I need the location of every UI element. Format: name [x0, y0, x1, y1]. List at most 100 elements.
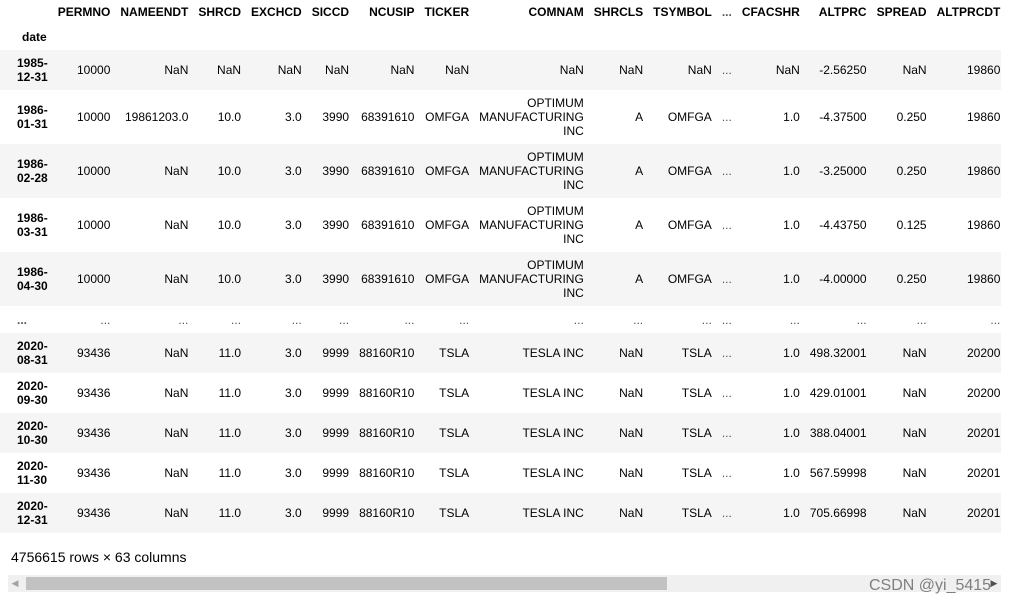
table-cell: 10000 [77, 272, 111, 286]
table-cell: OMFGA [667, 218, 712, 232]
table-cell: NaN [902, 386, 927, 400]
table-cell: 10.0 [217, 164, 242, 178]
table-row: 1986-02-28 10000 NaN 10.0 3.0 3990 68391610 OMF… [0, 144, 1001, 198]
column-header: SPREAD [876, 4, 927, 19]
table-cell: ... [990, 312, 1001, 327]
dataframe-output: PERMNO NAMEENDT SHRCD EXCHCD SICCD NCUSIP TICK… [0, 0, 1001, 540]
table-cell: 93436 [77, 386, 111, 400]
table-cell: ... [178, 312, 189, 327]
table-cell: 20201 [967, 426, 1001, 440]
table-cell: 3990 [322, 110, 350, 124]
horizontal-scrollbar[interactable]: ◀ ▶ [8, 575, 1001, 592]
table-cell: 10000 [77, 63, 111, 77]
table-cell: TSLA [439, 346, 470, 360]
scroll-left-arrow-icon[interactable]: ◀ [8, 575, 22, 592]
dataframe-shape-label: 4756615 rows × 63 columns [11, 549, 187, 565]
table-cell: ... [459, 312, 470, 327]
table-body: 1985-12-31 10000 NaN NaN NaN NaN NaN NaN NaN NaN N… [0, 50, 1001, 533]
table-cell: 3.0 [285, 386, 302, 400]
column-header: ... [721, 4, 732, 19]
table-cell: NaN [164, 63, 189, 77]
table-cell: 9999 [322, 426, 350, 440]
table-cell: NaN [902, 466, 927, 480]
table-cell: TESLA INC [522, 386, 584, 400]
table-cell: 10.0 [217, 110, 242, 124]
table-cell: NaN [445, 63, 470, 77]
row-index: 2020-11-30 [17, 459, 48, 487]
column-header: SHRCD [198, 4, 242, 19]
scrollbar-thumb[interactable] [26, 577, 667, 590]
table-cell: 429.01001 [809, 386, 867, 400]
table-cell: 0.250 [896, 272, 927, 286]
table-cell: 1.0 [783, 466, 800, 480]
table-cell: 1.0 [783, 506, 800, 520]
table-cell: NaN [619, 63, 644, 77]
table-cell: 3990 [322, 164, 350, 178]
table-cell: OPTIMUM MANUFACTURING INC [479, 258, 584, 300]
row-index: 2020-12-31 [17, 499, 48, 527]
table-cell: A [635, 272, 644, 286]
table-cell: NaN [164, 426, 189, 440]
table-row: 1985-12-31 10000 NaN NaN NaN NaN NaN NaN NaN NaN N… [0, 50, 1001, 90]
table-cell: ... [721, 312, 732, 327]
table-cell: NaN [902, 426, 927, 440]
table-cell: 3.0 [285, 272, 302, 286]
table-cell: -3.25000 [819, 164, 867, 178]
table-cell: 3.0 [285, 426, 302, 440]
table-cell: OPTIMUM MANUFACTURING INC [479, 150, 584, 192]
table-cell: 20201 [967, 466, 1001, 480]
table-cell: 19860 [967, 110, 1001, 124]
table-cell: 1.0 [783, 346, 800, 360]
table-cell: 9999 [322, 386, 350, 400]
table-cell: TESLA INC [522, 426, 584, 440]
column-header: PERMNO [57, 4, 111, 19]
table-cell: 93436 [77, 426, 111, 440]
table-cell: NaN [619, 426, 644, 440]
column-header: CFACSHR [741, 4, 800, 19]
table-cell: A [635, 110, 644, 124]
table-row: 2020-11-30 93436 NaN 11.0 3.0 9999 88160R10 TSL… [0, 453, 1001, 493]
table-cell: 3990 [322, 272, 350, 286]
table-cell: 93436 [77, 346, 111, 360]
table-row: 2020-12-31 93436 NaN 11.0 3.0 9999 88160R10 TSL… [0, 493, 1001, 533]
table-cell: OMFGA [425, 164, 470, 178]
table-cell: TSLA [439, 506, 470, 520]
table-row: 2020-10-30 93436 NaN 11.0 3.0 9999 88160R10 TSL… [0, 413, 1001, 453]
table-row: 1986-03-31 10000 NaN 10.0 3.0 3990 68391610 OMF… [0, 198, 1001, 252]
table-cell: 10000 [77, 218, 111, 232]
table-cell: 10.0 [217, 272, 242, 286]
table-cell: TSLA [681, 466, 712, 480]
table-cell: ... [100, 312, 111, 327]
dataframe-table: PERMNO NAMEENDT SHRCD EXCHCD SICCD NCUSIP TICK… [0, 0, 1001, 533]
table-cell: ... [721, 386, 732, 400]
index-name: date [22, 29, 47, 44]
table-cell: 3.0 [285, 346, 302, 360]
table-cell: 88160R10 [359, 466, 415, 480]
table-cell: 19860 [967, 63, 1001, 77]
table-cell: ... [721, 506, 732, 520]
table-cell: -2.56250 [819, 63, 867, 77]
table-cell: 9999 [322, 506, 350, 520]
table-cell: 10000 [77, 110, 111, 124]
table-cell: 19860 [967, 272, 1001, 286]
table-row: 1986-04-30 10000 NaN 10.0 3.0 3990 68391610 OMF… [0, 252, 1001, 306]
table-cell: 0.250 [896, 164, 927, 178]
table-cell: -4.43750 [819, 218, 867, 232]
table-cell: TSLA [439, 466, 470, 480]
table-cell: NaN [619, 506, 644, 520]
table-cell: A [635, 164, 644, 178]
row-index: 2020-09-30 [17, 379, 48, 407]
table-cell: 19861203.0 [124, 110, 189, 124]
table-cell: 20201 [967, 506, 1001, 520]
table-cell: 3990 [322, 218, 350, 232]
table-row: 2020-09-30 93436 NaN 11.0 3.0 9999 88160R10 TSL… [0, 373, 1001, 413]
table-cell: ... [721, 466, 732, 480]
table-cell: NaN [164, 466, 189, 480]
index-name-row: date [0, 23, 1001, 50]
row-index: 2020-10-30 [17, 419, 48, 447]
table-cell: ... [721, 63, 732, 77]
table-cell: 1.0 [783, 426, 800, 440]
table-cell: TSLA [439, 386, 470, 400]
table-cell: 68391610 [361, 272, 415, 286]
table-cell: 3.0 [285, 466, 302, 480]
